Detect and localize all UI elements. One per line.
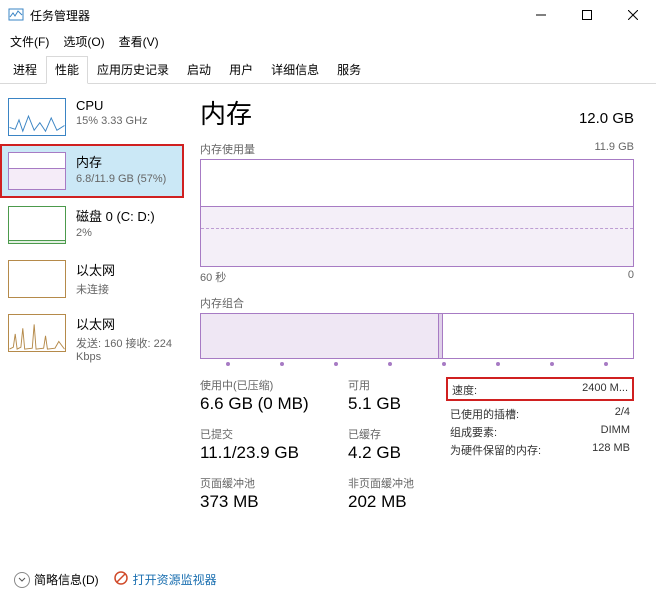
- tab-services[interactable]: 服务: [328, 56, 370, 84]
- time-axis-right: 0: [628, 269, 634, 285]
- chevron-down-icon: [14, 572, 30, 588]
- maximize-button[interactable]: [564, 0, 610, 30]
- details-rest: 已使用的插槽: 2/4 组成要素: DIMM 为硬件保留的内存: 128 MB: [446, 401, 634, 459]
- sidebar-item-sub: 2%: [76, 227, 155, 239]
- sidebar-item-label: CPU: [76, 98, 148, 113]
- stat-label-nonpaged: 非页面缓冲池: [348, 475, 428, 491]
- sidebar: CPU 15% 3.33 GHz 内存 6.8/11.9 GB (57%) 磁盘…: [0, 84, 184, 568]
- sidebar-item-disk[interactable]: 磁盘 0 (C: D:) 2%: [0, 198, 184, 252]
- composition-label: 内存组合: [200, 295, 634, 311]
- sidebar-item-label: 内存: [76, 152, 166, 171]
- menu-file[interactable]: 文件(F): [10, 33, 49, 50]
- sidebar-item-label: 以太网: [76, 260, 115, 279]
- memory-composition-graph[interactable]: [200, 313, 634, 359]
- menu-view[interactable]: 查看(V): [119, 33, 159, 50]
- stat-value-paged: 373 MB: [200, 492, 330, 512]
- close-button[interactable]: [610, 0, 656, 30]
- tab-performance[interactable]: 性能: [46, 56, 88, 84]
- stat-value-avail: 5.1 GB: [348, 394, 428, 414]
- fewer-details-button[interactable]: 简略信息(D): [14, 571, 99, 588]
- window-title: 任务管理器: [30, 7, 518, 24]
- detail-value: 128 MB: [592, 442, 630, 458]
- detail-label: 已使用的插槽:: [450, 406, 519, 422]
- resource-monitor-icon: [113, 570, 129, 589]
- menu-options[interactable]: 选项(O): [63, 33, 104, 50]
- stat-label-commit: 已提交: [200, 426, 330, 442]
- stat-value-inuse: 6.6 GB (0 MB): [200, 394, 330, 414]
- stat-label-paged: 页面缓冲池: [200, 475, 330, 491]
- detail-label: 组成要素:: [450, 424, 497, 440]
- titlebar: 任务管理器: [0, 0, 656, 30]
- detail-value: 2400 M...: [582, 382, 628, 398]
- menubar: 文件(F) 选项(O) 查看(V): [0, 30, 656, 55]
- app-icon: [8, 7, 24, 23]
- tabs: 进程 性能 应用历史记录 启动 用户 详细信息 服务: [0, 55, 656, 84]
- ethernet-thumb-graph: [8, 260, 66, 298]
- page-title: 内存: [200, 94, 252, 131]
- usage-graph-max: 11.9 GB: [594, 141, 634, 157]
- sidebar-item-label: 以太网: [76, 314, 176, 333]
- detail-label: 为硬件保留的内存:: [450, 442, 541, 458]
- cpu-thumb-graph: [8, 98, 66, 136]
- ethernet-thumb-graph: [8, 314, 66, 352]
- sidebar-item-ethernet-1[interactable]: 以太网 发送: 160 接收: 224 Kbps: [0, 306, 184, 371]
- tab-startup[interactable]: 启动: [178, 56, 220, 84]
- sidebar-item-memory[interactable]: 内存 6.8/11.9 GB (57%): [0, 144, 184, 198]
- tab-details[interactable]: 详细信息: [262, 56, 328, 84]
- sidebar-item-cpu[interactable]: CPU 15% 3.33 GHz: [0, 90, 184, 144]
- open-resource-monitor-link[interactable]: 打开资源监视器: [113, 570, 217, 589]
- main-panel: 内存 12.0 GB 内存使用量 11.9 GB 60 秒 0 内存组合 使用中…: [184, 84, 656, 568]
- stat-value-nonpaged: 202 MB: [348, 492, 428, 512]
- sidebar-item-sub: 发送: 160 接收: 224 Kbps: [76, 335, 176, 363]
- stat-label-inuse: 使用中(已压缩): [200, 377, 330, 393]
- usage-graph-label: 内存使用量: [200, 141, 255, 157]
- disk-thumb-graph: [8, 206, 66, 244]
- minimize-button[interactable]: [518, 0, 564, 30]
- memory-usage-graph[interactable]: [200, 159, 634, 267]
- stat-label-avail: 可用: [348, 377, 428, 393]
- detail-value: DIMM: [601, 424, 630, 440]
- detail-label: 速度:: [452, 382, 477, 398]
- memory-thumb-graph: [8, 152, 66, 190]
- tab-users[interactable]: 用户: [220, 56, 262, 84]
- detail-value: 2/4: [615, 406, 630, 422]
- footer: 简略信息(D) 打开资源监视器: [14, 570, 217, 589]
- details-speed-row: 速度: 2400 M...: [446, 377, 634, 401]
- sidebar-item-label: 磁盘 0 (C: D:): [76, 206, 155, 225]
- tab-app-history[interactable]: 应用历史记录: [88, 56, 178, 84]
- sidebar-item-sub: 15% 3.33 GHz: [76, 115, 148, 127]
- time-axis-left: 60 秒: [200, 269, 226, 285]
- tab-processes[interactable]: 进程: [4, 56, 46, 84]
- total-memory: 12.0 GB: [579, 110, 634, 127]
- stat-value-commit: 11.1/23.9 GB: [200, 443, 330, 463]
- stat-value-cached: 4.2 GB: [348, 443, 428, 463]
- sidebar-item-ethernet-0[interactable]: 以太网 未连接: [0, 252, 184, 306]
- sidebar-item-sub: 未连接: [76, 281, 115, 297]
- stat-label-cached: 已缓存: [348, 426, 428, 442]
- sidebar-item-sub: 6.8/11.9 GB (57%): [76, 173, 166, 185]
